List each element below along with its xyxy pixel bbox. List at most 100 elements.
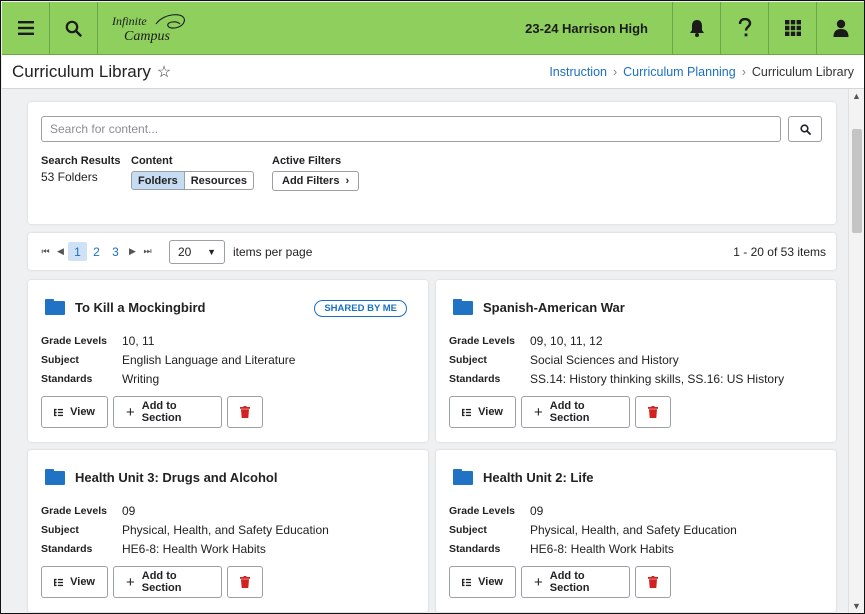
card-title[interactable]: Health Unit 2: Life bbox=[483, 470, 594, 485]
search-button[interactable] bbox=[788, 116, 822, 142]
page-button-3[interactable]: 3 bbox=[106, 242, 125, 261]
view-label: View bbox=[70, 406, 95, 418]
plus-icon: + bbox=[126, 403, 135, 421]
delete-button[interactable] bbox=[227, 396, 263, 428]
card-title[interactable]: Spanish-American War bbox=[483, 300, 625, 315]
folder-icon bbox=[45, 299, 65, 315]
search-panel: Search Results 53 Folders Content Folder… bbox=[28, 102, 836, 224]
breadcrumb-curriculum-planning[interactable]: Curriculum Planning bbox=[623, 65, 736, 79]
grade-levels-label: Grade Levels bbox=[449, 334, 515, 347]
card-details: Grade Levels 10, 11 Subject English Langua… bbox=[41, 331, 295, 388]
apps-button[interactable] bbox=[768, 1, 816, 55]
grade-levels-label: Grade Levels bbox=[449, 504, 515, 517]
card-actions: View + Add to Section bbox=[449, 566, 671, 598]
page-button-1[interactable]: 1 bbox=[68, 242, 87, 261]
folder-icon bbox=[45, 469, 65, 485]
subject-value: Physical, Health, and Safety Education bbox=[530, 522, 737, 537]
logo-text-1: Infinite bbox=[111, 14, 147, 28]
add-to-section-button[interactable]: + Add to Section bbox=[113, 566, 222, 598]
search-icon bbox=[799, 123, 811, 135]
plus-icon: + bbox=[534, 403, 543, 421]
breadcrumb-instruction[interactable]: Instruction bbox=[549, 65, 607, 79]
grade-levels-label: Grade Levels bbox=[41, 334, 107, 347]
first-page-icon[interactable]: ⏮ bbox=[38, 246, 53, 257]
previous-page-icon[interactable]: ◀ bbox=[53, 246, 68, 257]
logo-text-2: Campus bbox=[124, 29, 170, 44]
add-filters-button[interactable]: Add Filters › bbox=[272, 171, 360, 191]
school-selector[interactable]: 23-24 Harrison High bbox=[501, 2, 672, 55]
card-actions: View + Add to Section bbox=[41, 566, 263, 598]
add-filters-label: Add Filters bbox=[282, 175, 340, 187]
user-menu-button[interactable] bbox=[816, 1, 864, 55]
standards-value: HE6-8: Health Work Habits bbox=[122, 541, 266, 556]
subject-value: Social Sciences and History bbox=[530, 352, 679, 367]
card-header: Spanish-American War bbox=[453, 299, 625, 315]
card-title[interactable]: Health Unit 3: Drugs and Alcohol bbox=[75, 470, 277, 485]
search-results-count: 53 Folders bbox=[41, 170, 98, 184]
folders-toggle-button[interactable]: Folders bbox=[131, 171, 185, 190]
subject-label: Subject bbox=[449, 353, 487, 366]
items-per-page-select[interactable]: 20 ▼ bbox=[169, 239, 225, 264]
folder-icon bbox=[453, 469, 473, 485]
plus-icon: + bbox=[534, 573, 543, 591]
breadcrumb: Instruction › Curriculum Planning › Curr… bbox=[549, 65, 854, 79]
add-to-section-label: Add to Section bbox=[549, 400, 590, 424]
plus-icon: + bbox=[126, 573, 135, 591]
add-to-section-label: Add to Section bbox=[141, 400, 182, 424]
grade-levels-value: 09 bbox=[530, 503, 544, 518]
standards-value: Writing bbox=[122, 371, 160, 386]
tree-view-icon bbox=[54, 408, 64, 416]
subject-value: English Language and Literature bbox=[122, 352, 296, 367]
next-page-icon[interactable]: ▶ bbox=[125, 246, 140, 257]
search-icon bbox=[65, 20, 82, 37]
notifications-button[interactable] bbox=[672, 1, 720, 55]
tree-view-icon bbox=[462, 408, 472, 416]
delete-button[interactable] bbox=[227, 566, 263, 598]
view-label: View bbox=[70, 576, 95, 588]
scroll-thumb[interactable] bbox=[852, 129, 862, 233]
title-bar: Curriculum Library ☆ Instruction › Curri… bbox=[2, 55, 864, 89]
card-title[interactable]: To Kill a Mockingbird bbox=[75, 300, 205, 315]
search-input[interactable] bbox=[41, 116, 781, 142]
apps-grid-icon bbox=[784, 20, 801, 36]
card-details: Grade Levels 09 Subject Physical, Health, … bbox=[449, 501, 737, 558]
standards-label: Standards bbox=[449, 542, 501, 555]
breadcrumb-separator-icon: › bbox=[612, 64, 618, 79]
card-header: To Kill a Mockingbird bbox=[45, 299, 205, 315]
scroll-down-icon[interactable]: ▼ bbox=[852, 601, 861, 611]
card-details: Grade Levels 09, 10, 11, 12 Subject Social… bbox=[449, 331, 784, 388]
add-to-section-button[interactable]: + Add to Section bbox=[113, 396, 222, 428]
infinite-campus-logo[interactable]: Infinite Campus bbox=[110, 8, 220, 48]
view-button[interactable]: View bbox=[449, 566, 516, 598]
chevron-right-icon: › bbox=[345, 175, 350, 187]
delete-button[interactable] bbox=[635, 396, 671, 428]
vertical-scrollbar[interactable]: ▲ ▼ bbox=[848, 89, 864, 613]
view-button[interactable]: View bbox=[41, 566, 108, 598]
shared-by-me-badge: SHARED BY ME bbox=[314, 300, 407, 317]
standards-label: Standards bbox=[41, 542, 93, 555]
last-page-icon[interactable]: ⏭ bbox=[140, 246, 155, 257]
card-actions: View + Add to Section bbox=[41, 396, 263, 428]
folder-card: Health Unit 3: Drugs and Alcohol Grade L… bbox=[28, 450, 428, 612]
subject-label: Subject bbox=[449, 523, 487, 536]
page-title: Curriculum Library bbox=[12, 61, 151, 81]
menu-button[interactable] bbox=[2, 1, 50, 55]
view-button[interactable]: View bbox=[449, 396, 516, 428]
subject-label: Subject bbox=[41, 523, 79, 536]
standards-label: Standards bbox=[41, 372, 93, 385]
add-to-section-button[interactable]: + Add to Section bbox=[521, 396, 630, 428]
resources-toggle-button[interactable]: Resources bbox=[184, 171, 254, 190]
menu-icon bbox=[17, 21, 34, 35]
add-to-section-button[interactable]: + Add to Section bbox=[521, 566, 630, 598]
help-button[interactable] bbox=[720, 1, 768, 55]
grade-levels-value: 10, 11 bbox=[122, 333, 155, 348]
view-button[interactable]: View bbox=[41, 396, 108, 428]
global-search-button[interactable] bbox=[50, 1, 98, 55]
favorite-star-icon[interactable]: ☆ bbox=[157, 62, 171, 82]
standards-label: Standards bbox=[449, 372, 501, 385]
scroll-up-icon[interactable]: ▲ bbox=[852, 91, 861, 101]
card-actions: View + Add to Section bbox=[449, 396, 671, 428]
active-filters-label: Active Filters bbox=[272, 155, 342, 167]
delete-button[interactable] bbox=[635, 566, 671, 598]
page-button-2[interactable]: 2 bbox=[87, 242, 106, 261]
